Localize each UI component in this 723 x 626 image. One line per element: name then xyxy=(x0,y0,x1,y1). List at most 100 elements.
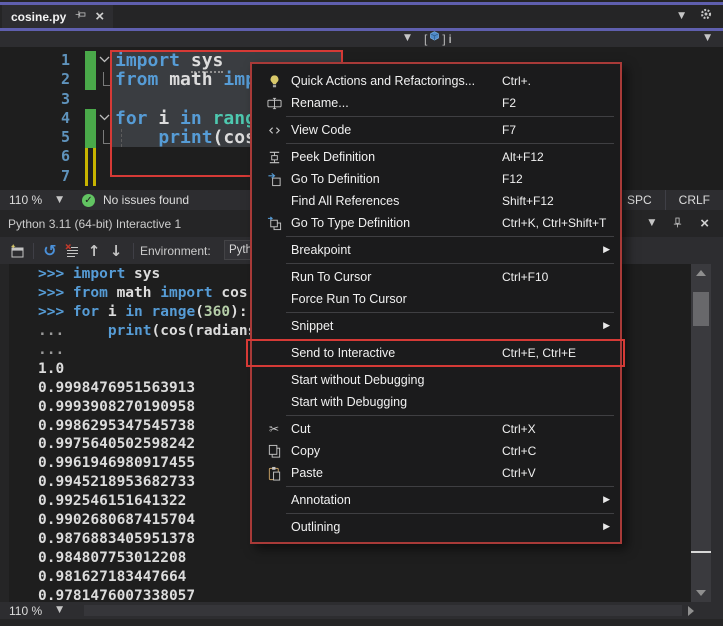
document-tab-bar: cosine.py × ▼ xyxy=(0,5,723,28)
new-interactive-window-icon[interactable] xyxy=(6,243,28,259)
bracket-right: ] xyxy=(442,32,445,46)
submenu-arrow-icon: ▶ xyxy=(603,522,610,532)
menu-item-label: Run To Cursor xyxy=(291,270,371,284)
interactive-zoom-control[interactable]: 110 % ▼ xyxy=(0,604,82,618)
window-bottom-edge xyxy=(0,619,723,626)
project-dropdown-chevron-icon[interactable]: ▼ xyxy=(404,34,411,43)
menu-item-label: Snippet xyxy=(291,319,333,333)
visual-studio-window: cosine.py × ▼ ▼ [ xyxy=(0,0,723,626)
change-bar-saved xyxy=(85,51,96,90)
menu-item-force-run-to-cursor[interactable]: Force Run To Cursor xyxy=(252,288,620,310)
menu-item-label: Go To Definition xyxy=(291,172,380,186)
menu-item-shortcut: Ctrl+C xyxy=(502,444,536,458)
menu-item-snippet[interactable]: Snippet▶ xyxy=(252,315,620,337)
menu-item-label: Outlining xyxy=(291,520,340,534)
menu-item-shortcut: Ctrl+X xyxy=(502,422,536,436)
interactive-line[interactable]: 0.981627183447664 xyxy=(38,568,326,587)
menu-item-label: Quick Actions and Refactorings... xyxy=(291,74,475,88)
menu-item-go-to-definition[interactable]: Go To DefinitionF12 xyxy=(252,168,620,190)
issues-text: No issues found xyxy=(103,193,189,207)
lightbulb-icon xyxy=(260,74,288,89)
toolbar-separator xyxy=(33,243,34,259)
scroll-down-icon[interactable] xyxy=(696,590,706,596)
line-ending-indicator[interactable]: CRLF xyxy=(665,190,723,210)
interactive-window-title: Python 3.11 (64-bit) Interactive 1 xyxy=(8,217,181,231)
menu-item-go-to-type-definition[interactable]: Go To Type DefinitionCtrl+K, Ctrl+Shift+… xyxy=(252,212,620,234)
menu-item-quick-actions-and-refactorings[interactable]: Quick Actions and Refactorings... Ctrl+. xyxy=(252,70,620,92)
copy-icon xyxy=(260,444,288,459)
interactive-line[interactable]: 0.984807753012208 xyxy=(38,549,326,568)
menu-item-start-without-debugging[interactable]: Start without Debugging xyxy=(252,369,620,391)
horizontal-scrollbar[interactable] xyxy=(84,605,682,616)
zoom-chevron-icon: ▼ xyxy=(56,606,63,615)
change-bar-saved xyxy=(85,109,96,148)
menu-separator xyxy=(286,116,614,117)
clear-screen-icon[interactable] xyxy=(61,243,83,259)
menu-item-shortcut: Ctrl+F10 xyxy=(502,270,548,284)
menu-separator xyxy=(286,415,614,416)
menu-item-paste[interactable]: PasteCtrl+V xyxy=(252,462,620,484)
menu-item-start-with-debugging[interactable]: Start with Debugging xyxy=(252,391,620,413)
close-icon[interactable]: × xyxy=(95,9,104,24)
member-dropdown[interactable]: [ ] i xyxy=(424,31,451,47)
menu-item-peek-definition[interactable]: Peek DefinitionAlt+F12 xyxy=(252,146,620,168)
menu-item-copy[interactable]: Copy Ctrl+C xyxy=(252,440,620,462)
scroll-up-icon[interactable] xyxy=(696,270,706,276)
line-number: 6 xyxy=(0,147,70,166)
line-number: 1 xyxy=(0,51,70,70)
environment-label: Environment: xyxy=(140,244,211,258)
editor-zoom-control[interactable]: 110 % ▼ xyxy=(0,193,82,207)
python-module-icon xyxy=(428,30,441,48)
menu-item-label: Find All References xyxy=(291,194,399,208)
goto-type-icon xyxy=(260,216,288,231)
tab-cosine-py[interactable]: cosine.py × xyxy=(2,5,113,28)
paste-icon xyxy=(260,466,288,481)
vertical-scrollbar[interactable] xyxy=(691,264,711,602)
member-dropdown-chevron-icon[interactable]: ▼ xyxy=(704,34,711,43)
submenu-arrow-icon: ▶ xyxy=(603,495,610,505)
editor-zoom-value: 110 % xyxy=(9,193,42,207)
menu-item-label: Breakpoint xyxy=(291,243,351,257)
issues-indicator[interactable]: ✓ No issues found xyxy=(82,193,189,207)
bracket-left: [ xyxy=(424,32,427,46)
fold-extent-guide xyxy=(103,130,110,144)
gear-icon[interactable] xyxy=(699,7,713,26)
peek-icon xyxy=(260,150,288,165)
history-previous-icon[interactable]: ↑ xyxy=(83,242,105,260)
zoom-chevron-icon: ▼ xyxy=(56,196,63,205)
toolbar-separator xyxy=(133,243,134,259)
menu-separator xyxy=(286,513,614,514)
interactive-line[interactable]: 0.9781476007338057 xyxy=(38,587,326,602)
menu-item-cut[interactable]: ✂CutCtrl+X xyxy=(252,418,620,440)
tab-label: cosine.py xyxy=(11,10,66,24)
line-number-gutter: 1234567 xyxy=(0,51,70,186)
reset-interactive-icon[interactable]: ↺ xyxy=(39,241,61,260)
context-menu: Quick Actions and Refactorings... Ctrl+. R… xyxy=(250,62,622,544)
menu-item-outlining[interactable]: Outlining ▶ xyxy=(252,516,620,538)
menu-item-label: Copy xyxy=(291,444,320,458)
pin-icon[interactable] xyxy=(671,216,684,232)
menu-item-shortcut: Ctrl+. xyxy=(502,74,531,88)
menu-separator xyxy=(286,263,614,264)
angle-brackets-icon xyxy=(260,123,288,138)
window-position-chevron-icon[interactable]: ▼ xyxy=(648,219,655,228)
scroll-right-icon[interactable] xyxy=(688,606,694,616)
scrollbar-thumb[interactable] xyxy=(693,292,709,326)
menu-item-rename[interactable]: Rename...F2 xyxy=(252,92,620,114)
menu-item-annotation[interactable]: Annotation ▶ xyxy=(252,489,620,511)
menu-item-shortcut: Ctrl+K, Ctrl+Shift+T xyxy=(502,216,606,230)
pin-icon[interactable] xyxy=(74,8,87,26)
menu-item-view-code[interactable]: View CodeF7 xyxy=(252,119,620,141)
line-number: 7 xyxy=(0,167,70,186)
history-next-icon[interactable]: ↓ xyxy=(105,242,127,260)
menu-item-shortcut: F2 xyxy=(502,96,516,110)
menu-item-label: View Code xyxy=(291,123,351,137)
chevron-down-icon[interactable]: ▼ xyxy=(678,12,685,21)
menu-item-label: Annotation xyxy=(291,493,351,507)
change-bar-unsaved xyxy=(85,148,96,186)
close-icon[interactable]: × xyxy=(700,216,709,231)
menu-item-breakpoint[interactable]: Breakpoint▶ xyxy=(252,239,620,261)
menu-item-run-to-cursor[interactable]: Run To Cursor Ctrl+F10 xyxy=(252,266,620,288)
goto-definition-icon xyxy=(260,172,288,187)
menu-item-find-all-references[interactable]: Find All ReferencesShift+F12 xyxy=(252,190,620,212)
